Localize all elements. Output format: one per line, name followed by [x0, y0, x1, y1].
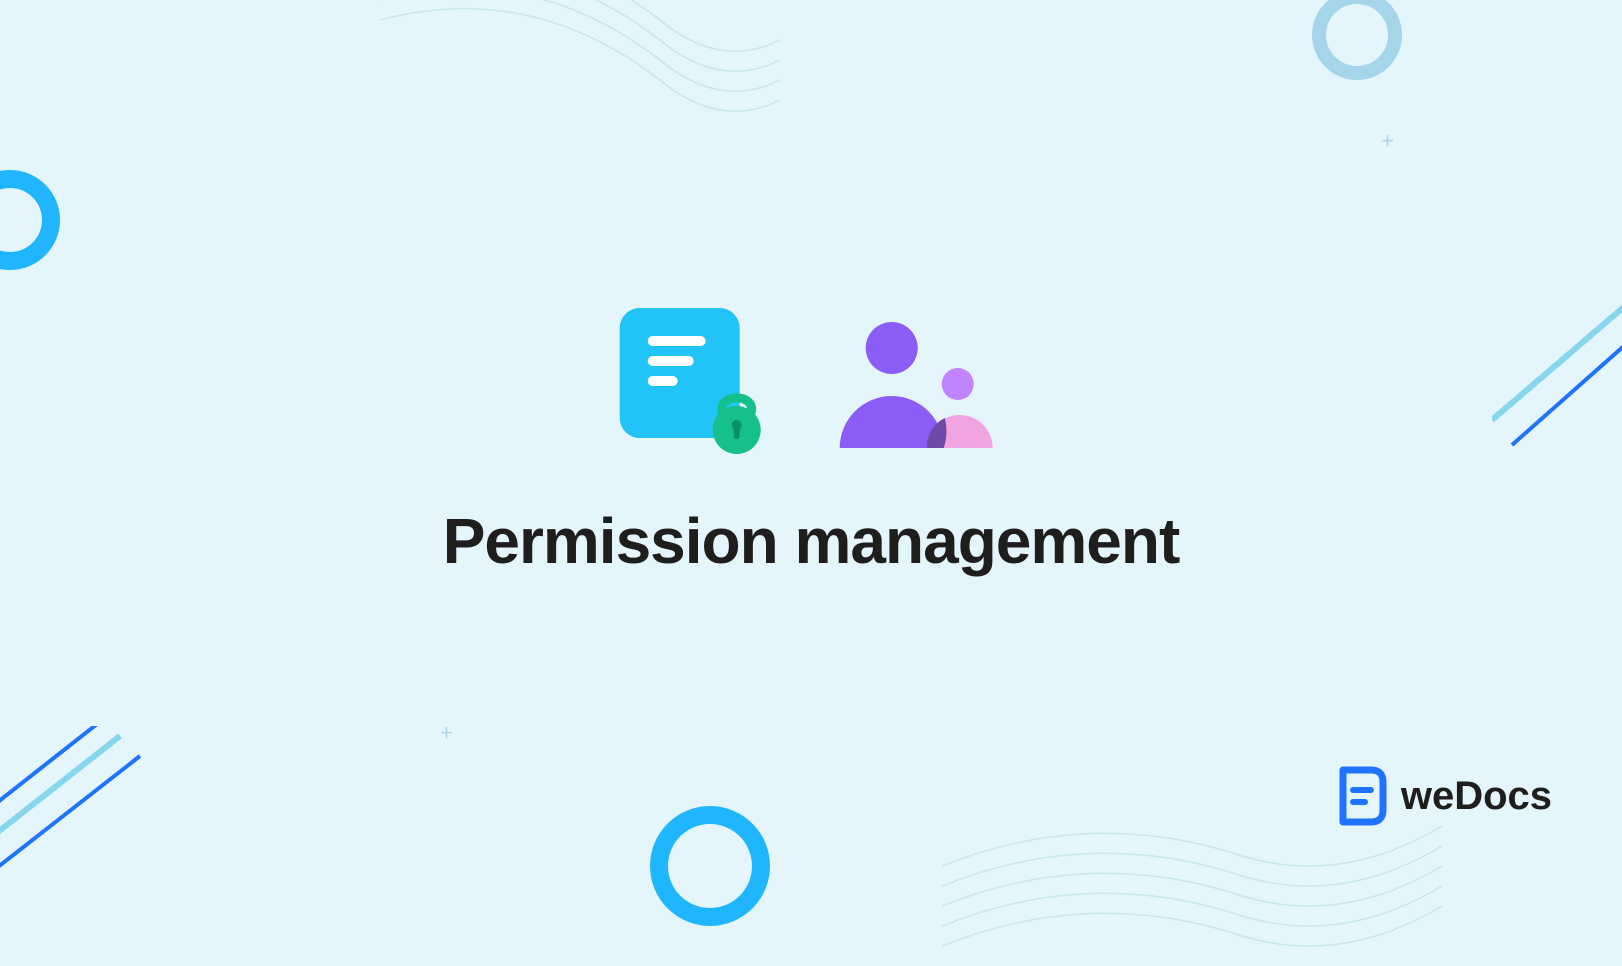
hero-title: Permission management — [443, 504, 1180, 578]
decorative-plus-icon: + — [1381, 128, 1394, 154]
decorative-plus-icon: + — [440, 720, 453, 746]
decorative-lines — [1492, 290, 1622, 450]
hero-content: Permission management — [443, 308, 1180, 578]
brand-logo: weDocs — [1335, 766, 1552, 826]
lock-icon — [708, 386, 766, 454]
decorative-curves — [380, 0, 780, 140]
decorative-ring — [0, 170, 60, 270]
document-lock-icon — [620, 308, 760, 448]
users-icon — [832, 318, 1002, 448]
wedocs-logo-icon — [1335, 766, 1387, 826]
decorative-ring — [650, 806, 770, 926]
decorative-lines — [0, 726, 160, 886]
brand-name: weDocs — [1401, 774, 1552, 819]
hero-icons — [620, 308, 1002, 448]
decorative-ring — [1312, 0, 1402, 80]
